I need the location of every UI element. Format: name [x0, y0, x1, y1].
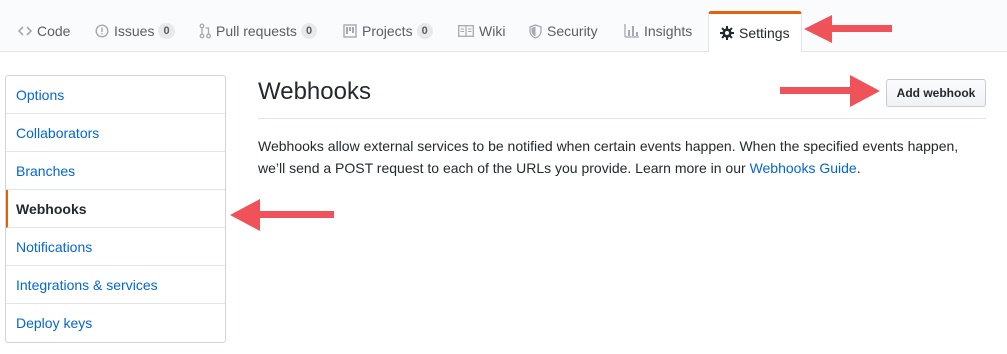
- webhooks-guide-link[interactable]: Webhooks Guide: [750, 160, 857, 176]
- tab-label: Projects: [362, 23, 413, 39]
- projects-counter: 0: [416, 23, 433, 39]
- tab-label: Pull requests: [216, 23, 297, 39]
- page-title: Webhooks: [258, 78, 371, 105]
- tab-projects[interactable]: Projects 0: [343, 11, 433, 51]
- pull-requests-counter: 0: [300, 23, 318, 39]
- title-divider: [258, 118, 986, 119]
- sidebar-item-branches[interactable]: Branches: [6, 152, 225, 190]
- shield-icon: [529, 23, 542, 39]
- tab-issues[interactable]: Issues 0: [95, 11, 175, 51]
- sidebar-item-collaborators[interactable]: Collaborators: [6, 114, 225, 152]
- tab-label: Settings: [739, 25, 790, 41]
- git-pull-request-icon: [199, 23, 211, 39]
- sidebar-item-webhooks[interactable]: Webhooks: [6, 190, 225, 228]
- settings-sidebar: Options Collaborators Branches Webhooks …: [5, 75, 226, 343]
- tab-settings[interactable]: Settings: [708, 11, 802, 52]
- sidebar-item-label: Options: [16, 86, 65, 103]
- tab-label: Code: [37, 23, 71, 39]
- add-webhook-button[interactable]: Add webhook: [886, 79, 986, 107]
- tab-wiki[interactable]: Wiki: [458, 11, 505, 51]
- tab-label: Security: [547, 23, 598, 39]
- sidebar-item-options[interactable]: Options: [6, 76, 225, 114]
- project-icon: [343, 24, 357, 38]
- sidebar-item-label: Deploy keys: [16, 315, 93, 331]
- issue-opened-icon: [95, 24, 109, 38]
- sidebar-item-label: Branches: [16, 162, 76, 179]
- tab-label: Wiki: [479, 23, 506, 39]
- tab-label: Insights: [644, 23, 693, 39]
- arrow-pointing-add-webhook-icon: [780, 75, 880, 107]
- arrow-pointing-webhooks-item-icon: [230, 199, 334, 231]
- tab-label: Issues: [114, 23, 155, 39]
- gear-icon: [720, 26, 734, 40]
- sidebar-item-integrations-services[interactable]: Integrations & services: [6, 266, 225, 304]
- webhooks-description: Webhooks allow external services to be n…: [258, 135, 988, 179]
- code-icon: [18, 24, 32, 38]
- sidebar-item-deploy-keys[interactable]: Deploy keys: [6, 304, 225, 342]
- sidebar-item-notifications[interactable]: Notifications: [6, 228, 225, 266]
- tab-insights[interactable]: Insights: [624, 11, 692, 51]
- arrow-pointing-settings-icon: [804, 15, 892, 43]
- book-icon: [458, 25, 474, 37]
- issues-counter: 0: [158, 23, 175, 39]
- sidebar-item-label: Collaborators: [16, 124, 100, 141]
- sidebar-item-label: Notifications: [16, 238, 93, 255]
- description-end: .: [856, 160, 861, 176]
- tab-security[interactable]: Security: [529, 11, 598, 51]
- sidebar-item-label: Webhooks: [16, 200, 87, 217]
- sidebar-item-label: Integrations & services: [16, 276, 158, 293]
- graph-icon: [624, 24, 639, 38]
- tab-pull-requests[interactable]: Pull requests 0: [199, 11, 318, 51]
- tab-code[interactable]: Code: [18, 11, 70, 51]
